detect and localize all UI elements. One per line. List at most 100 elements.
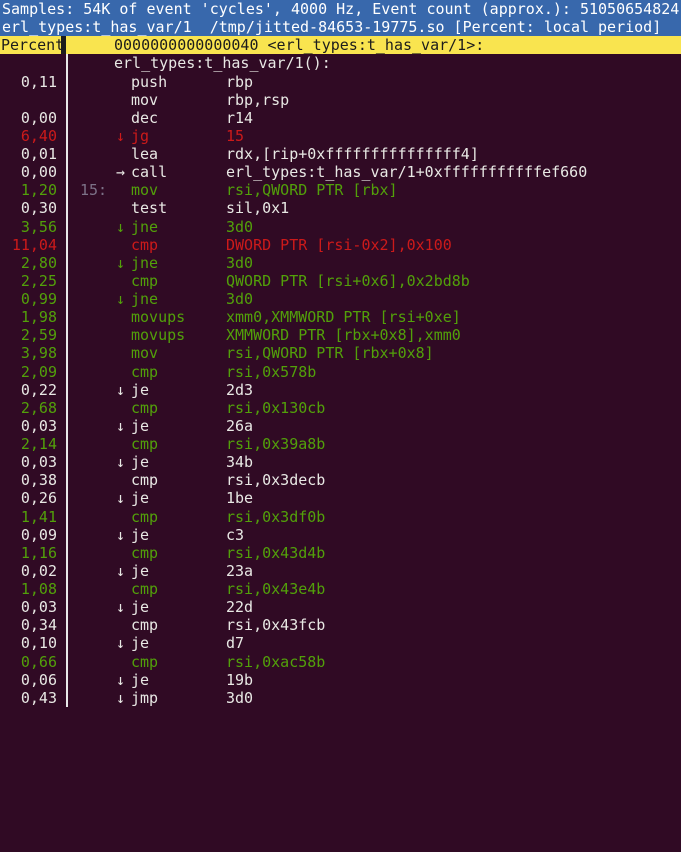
branch-arrow-icon: ↓ — [116, 489, 125, 507]
asm-row[interactable]: mov rbp,rsp — [0, 91, 681, 109]
source-line: erl_types:t_has_var/1(): — [114, 54, 331, 72]
column-separator — [66, 254, 68, 272]
instruction-mnemonic: lea — [131, 145, 158, 163]
instruction-operands: rsi,0x3df0b — [226, 508, 325, 526]
instruction-mnemonic: cmp — [131, 272, 158, 290]
asm-row[interactable]: 0,01 lea rdx,[rip+0xfffffffffffffff4] — [0, 145, 681, 163]
asm-row[interactable]: 0,00 → call erl_types:t_has_var/1+0xffff… — [0, 163, 681, 181]
percent-value: 0,03 — [0, 417, 57, 435]
branch-arrow-icon: ↓ — [116, 689, 125, 707]
column-separator — [66, 163, 68, 181]
asm-row[interactable]: 0,43 ↓ jmp 3d0 — [0, 689, 681, 707]
instruction-operands: erl_types:t_has_var/1+0xfffffffffffef660 — [226, 163, 587, 181]
asm-row[interactable]: 0,02 ↓ je 23a — [0, 562, 681, 580]
asm-row[interactable]: 0,38 cmp rsi,0x3decb — [0, 471, 681, 489]
instruction-operands: c3 — [226, 526, 244, 544]
percent-value: 3,98 — [0, 344, 57, 362]
asm-row[interactable]: 0,03 ↓ je 22d — [0, 598, 681, 616]
asm-row[interactable]: 0,11 push rbp — [0, 73, 681, 91]
branch-arrow-icon: ↓ — [116, 453, 125, 471]
branch-arrow-icon: ↓ — [116, 254, 125, 272]
percent-value: 0,03 — [0, 598, 57, 616]
asm-row[interactable]: 1,41 cmp rsi,0x3df0b — [0, 508, 681, 526]
asm-row[interactable]: 0,00 dec r14 — [0, 109, 681, 127]
asm-row[interactable]: 0,34 cmp rsi,0x43fcb — [0, 616, 681, 634]
instruction-mnemonic: cmp — [131, 471, 158, 489]
percent-value: 0,22 — [0, 381, 57, 399]
asm-row[interactable]: 1,16 cmp rsi,0x43d4b — [0, 544, 681, 562]
percent-column-header: Percent — [1, 36, 64, 54]
asm-row[interactable]: 0,26 ↓ je 1be — [0, 489, 681, 507]
instruction-operands: 15 — [226, 127, 244, 145]
asm-row[interactable]: 1,08 cmp rsi,0x43e4b — [0, 580, 681, 598]
asm-row[interactable]: 0,03 ↓ je 26a — [0, 417, 681, 435]
instruction-mnemonic: jne — [131, 290, 158, 308]
instruction-mnemonic: je — [131, 489, 149, 507]
branch-arrow-icon: ↓ — [116, 598, 125, 616]
column-separator — [66, 580, 68, 598]
column-separator — [66, 381, 68, 399]
asm-row[interactable]: 0,66 cmp rsi,0xac58b — [0, 653, 681, 671]
selected-row[interactable]: Percent 0000000000000040 <erl_types:t_ha… — [0, 36, 681, 54]
percent-value: 0,00 — [0, 109, 57, 127]
asm-row[interactable]: 3,56 ↓ jne 3d0 — [0, 218, 681, 236]
column-separator — [66, 471, 68, 489]
column-separator — [66, 326, 68, 344]
instruction-mnemonic: movups — [131, 308, 185, 326]
percent-value: 2,09 — [0, 363, 57, 381]
asm-row[interactable]: erl_types:t_has_var/1(): — [0, 54, 681, 72]
percent-value: 1,41 — [0, 508, 57, 526]
asm-row[interactable]: 0,10 ↓ je d7 — [0, 634, 681, 652]
jump-target-label: 15: — [80, 181, 107, 199]
asm-row[interactable]: 0,99 ↓ jne 3d0 — [0, 290, 681, 308]
asm-row[interactable]: 0,06 ↓ je 19b — [0, 671, 681, 689]
column-separator — [66, 109, 68, 127]
asm-row[interactable]: 2,59 movups XMMWORD PTR [rbx+0x8],xmm0 — [0, 326, 681, 344]
asm-row[interactable]: 1,98 movups xmm0,XMMWORD PTR [rsi+0xe] — [0, 308, 681, 326]
percent-value: 3,56 — [0, 218, 57, 236]
instruction-operands: d7 — [226, 634, 244, 652]
percent-value: 0,34 — [0, 616, 57, 634]
instruction-mnemonic: cmp — [131, 508, 158, 526]
instruction-mnemonic: cmp — [131, 653, 158, 671]
function-address-line: 0000000000000040 <erl_types:t_has_var/1>… — [114, 36, 484, 54]
asm-row[interactable]: 2,09 cmp rsi,0x578b — [0, 363, 681, 381]
instruction-operands: rsi,0x43e4b — [226, 580, 325, 598]
column-separator — [66, 526, 68, 544]
percent-value: 0,43 — [0, 689, 57, 707]
asm-row[interactable]: 0,03 ↓ je 34b — [0, 453, 681, 471]
percent-value: 2,59 — [0, 326, 57, 344]
percent-value: 6,40 — [0, 127, 57, 145]
asm-row[interactable]: 0,22 ↓ je 2d3 — [0, 381, 681, 399]
instruction-mnemonic: call — [131, 163, 167, 181]
instruction-operands: xmm0,XMMWORD PTR [rsi+0xe] — [226, 308, 461, 326]
instruction-mnemonic: je — [131, 671, 149, 689]
instruction-operands: QWORD PTR [rsi+0x6],0x2bd8b — [226, 272, 470, 290]
instruction-operands: 26a — [226, 417, 253, 435]
instruction-operands: 23a — [226, 562, 253, 580]
asm-row[interactable]: 0,09 ↓ je c3 — [0, 526, 681, 544]
percent-value: 0,01 — [0, 145, 57, 163]
percent-value: 1,98 — [0, 308, 57, 326]
asm-row[interactable]: 2,25 cmp QWORD PTR [rsi+0x6],0x2bd8b — [0, 272, 681, 290]
branch-arrow-icon: ↓ — [116, 218, 125, 236]
column-separator — [66, 653, 68, 671]
instruction-operands: rsi,0x43d4b — [226, 544, 325, 562]
asm-row[interactable]: 6,40 ↓ jg 15 — [0, 127, 681, 145]
column-separator — [61, 36, 66, 54]
column-separator — [66, 199, 68, 217]
asm-row[interactable]: 2,68 cmp rsi,0x130cb — [0, 399, 681, 417]
asm-row[interactable]: 2,14 cmp rsi,0x39a8b — [0, 435, 681, 453]
asm-row[interactable]: 11,04 cmp DWORD PTR [rsi-0x2],0x100 — [0, 236, 681, 254]
asm-row[interactable]: 0,30 test sil,0x1 — [0, 199, 681, 217]
branch-arrow-icon: ↓ — [116, 671, 125, 689]
instruction-mnemonic: mov — [131, 344, 158, 362]
asm-row[interactable]: 2,80 ↓ jne 3d0 — [0, 254, 681, 272]
instruction-operands: 3d0 — [226, 218, 253, 236]
asm-row[interactable]: 1,20 15: mov rsi,QWORD PTR [rbx] — [0, 181, 681, 199]
instruction-operands: 2d3 — [226, 381, 253, 399]
column-separator — [66, 417, 68, 435]
percent-value: 0,03 — [0, 453, 57, 471]
instruction-operands: rbp,rsp — [226, 91, 289, 109]
asm-row[interactable]: 3,98 mov rsi,QWORD PTR [rbx+0x8] — [0, 344, 681, 362]
